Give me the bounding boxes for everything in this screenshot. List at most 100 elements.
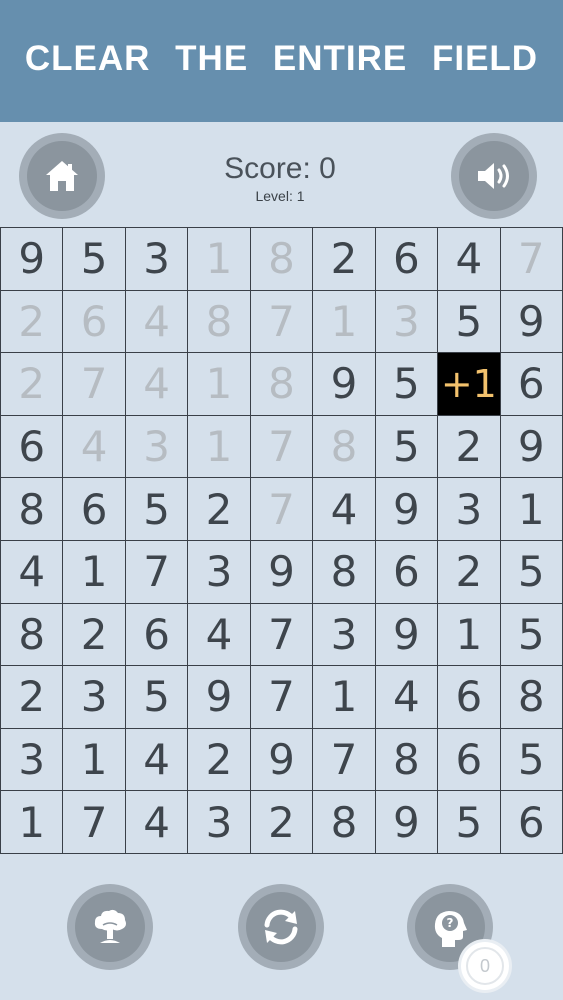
grid-cell[interactable]: 4 (438, 228, 501, 291)
grid-cell[interactable]: 2 (1, 666, 64, 729)
grid-cell[interactable]: 2 (250, 791, 314, 854)
grid-cell[interactable]: 5 (125, 478, 189, 541)
sound-button[interactable] (451, 133, 537, 219)
grid-cell[interactable]: 5 (500, 540, 563, 604)
grid-cell[interactable]: 6 (500, 353, 563, 416)
grid-cell[interactable]: 4 (63, 415, 126, 479)
grid-cell[interactable]: 4 (125, 728, 189, 792)
home-icon (46, 161, 78, 191)
grid-cell[interactable]: 5 (63, 228, 126, 291)
grid-cell[interactable]: 7 (63, 353, 126, 416)
grid-cell[interactable]: 4 (125, 353, 189, 416)
grid-cell[interactable]: 8 (313, 415, 376, 479)
grid-cell[interactable]: 4 (313, 478, 376, 541)
grid-cell[interactable]: 3 (125, 228, 189, 291)
grid-cell[interactable]: 9 (313, 353, 376, 416)
grid-cell[interactable]: 4 (188, 603, 251, 667)
grid-cell[interactable]: 8 (188, 290, 251, 354)
grid-cell[interactable]: 6 (63, 478, 126, 541)
grid-cell[interactable]: 2 (63, 603, 126, 667)
grid-cell[interactable]: 3 (125, 415, 189, 479)
grid-cell[interactable]: 1 (63, 728, 126, 792)
grid-cell[interactable]: 3 (188, 791, 251, 854)
grid-cell[interactable]: 9 (1, 228, 64, 291)
grid-cell[interactable]: 1 (500, 478, 563, 541)
grid-cell[interactable]: 9 (500, 290, 563, 354)
grid-cell[interactable]: 5 (375, 353, 439, 416)
grid-cell[interactable]: 5 (438, 791, 501, 854)
grid-cell[interactable]: 6 (63, 290, 126, 354)
svg-text:?: ? (447, 916, 454, 930)
grid-cell[interactable]: 1 (438, 603, 501, 667)
hint-count-ring: 0 (466, 947, 504, 985)
grid-cell[interactable]: 7 (125, 540, 189, 604)
grid-cell[interactable]: 7 (250, 415, 314, 479)
grid-cell[interactable]: 1 (1, 791, 64, 854)
grid-cell[interactable]: 4 (375, 666, 439, 729)
grid-cell[interactable]: 5 (125, 666, 189, 729)
grid-cell[interactable]: 7 (250, 603, 314, 667)
grid-cell[interactable]: 1 (313, 666, 376, 729)
grid-cell[interactable]: 6 (125, 603, 189, 667)
bomb-button[interactable] (67, 884, 153, 970)
grid-cell[interactable]: 7 (63, 791, 126, 854)
grid-cell[interactable]: 6 (375, 540, 439, 604)
grid-cell[interactable]: 3 (438, 478, 501, 541)
grid-cell[interactable]: 3 (313, 603, 376, 667)
home-button[interactable] (19, 133, 105, 219)
bonus-cell[interactable]: +1 (438, 353, 501, 416)
grid-cell[interactable]: 2 (188, 478, 251, 541)
grid-cell[interactable]: 9 (250, 728, 314, 792)
grid-cell[interactable]: 7 (250, 290, 314, 354)
grid-cell[interactable]: 8 (250, 228, 314, 291)
page-title: CLEAR THE ENTIRE FIELD (24, 39, 539, 78)
grid-cell[interactable]: 1 (188, 353, 251, 416)
grid-cell[interactable]: 9 (375, 478, 439, 541)
grid-cell[interactable]: 8 (250, 353, 314, 416)
grid-cell[interactable]: 3 (1, 728, 64, 792)
grid-cell[interactable]: 2 (438, 540, 501, 604)
grid-cell[interactable]: 8 (1, 603, 64, 667)
grid-cell[interactable]: 4 (1, 540, 64, 604)
grid-cell[interactable]: 9 (500, 415, 563, 479)
grid-cell[interactable]: 8 (375, 728, 439, 792)
grid-cell[interactable]: 5 (438, 290, 501, 354)
grid-cell[interactable]: 6 (438, 728, 501, 792)
grid-cell[interactable]: 9 (188, 666, 251, 729)
grid-cell[interactable]: 3 (188, 540, 251, 604)
grid-cell[interactable]: 1 (188, 415, 251, 479)
grid-cell[interactable]: 2 (438, 415, 501, 479)
grid-cell[interactable]: 2 (1, 353, 64, 416)
grid-cell[interactable]: 2 (1, 290, 64, 354)
grid-cell[interactable]: 2 (313, 228, 376, 291)
grid-cell[interactable]: 7 (313, 728, 376, 792)
grid-cell[interactable]: 7 (250, 666, 314, 729)
grid-cell[interactable]: 1 (188, 228, 251, 291)
restart-button[interactable] (238, 884, 324, 970)
grid-cell[interactable]: 7 (500, 228, 563, 291)
grid-cell[interactable]: 6 (438, 666, 501, 729)
grid-cell[interactable]: 1 (313, 290, 376, 354)
grid-cell[interactable]: 3 (63, 666, 126, 729)
grid-cell[interactable]: 4 (125, 290, 189, 354)
grid-cell[interactable]: 9 (250, 540, 314, 604)
grid-cell[interactable]: 8 (313, 540, 376, 604)
grid-cell[interactable]: 2 (188, 728, 251, 792)
grid-cell[interactable]: 6 (1, 415, 64, 479)
grid-cell[interactable]: 1 (63, 540, 126, 604)
home-button-inner (27, 141, 97, 211)
grid-cell[interactable]: 5 (500, 728, 563, 792)
grid-cell[interactable]: 9 (375, 791, 439, 854)
grid-cell[interactable]: 6 (375, 228, 439, 291)
grid-cell[interactable]: 8 (313, 791, 376, 854)
grid-cell[interactable]: 4 (125, 791, 189, 854)
hint-count-badge: 0 (461, 942, 509, 990)
grid-cell[interactable]: 9 (375, 603, 439, 667)
grid-cell[interactable]: 5 (375, 415, 439, 479)
grid-cell[interactable]: 6 (500, 791, 563, 854)
grid-cell[interactable]: 8 (1, 478, 64, 541)
grid-cell[interactable]: 5 (500, 603, 563, 667)
grid-cell[interactable]: 8 (500, 666, 563, 729)
grid-cell[interactable]: 3 (375, 290, 439, 354)
grid-cell[interactable]: 7 (250, 478, 314, 541)
